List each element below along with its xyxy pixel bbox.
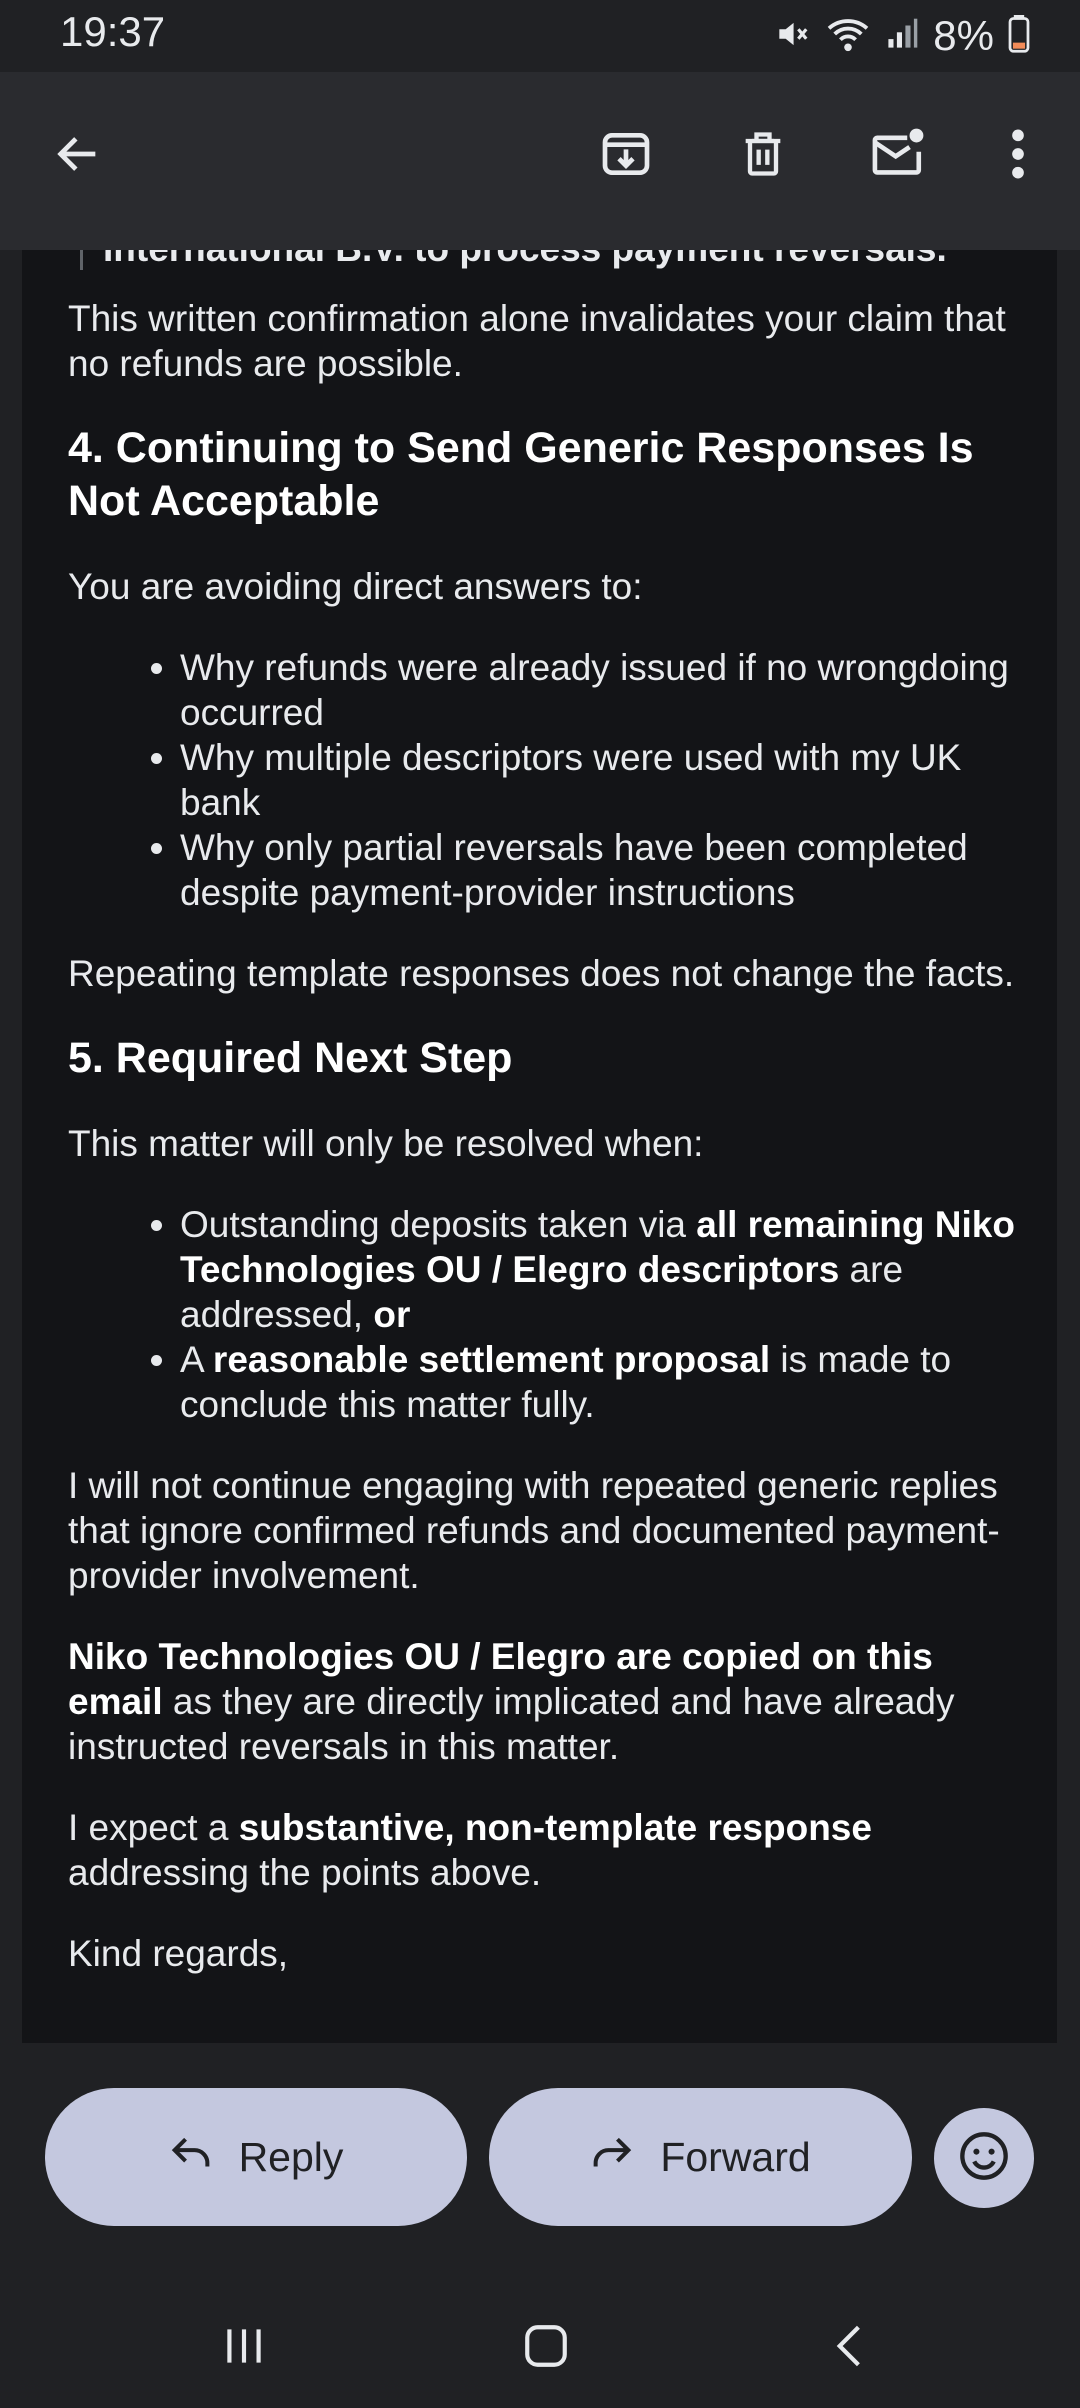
forward-label: Forward	[660, 2133, 811, 2180]
forward-button[interactable]: Forward	[489, 2088, 912, 2226]
home-button[interactable]	[506, 2313, 586, 2383]
arrow-back-icon	[52, 128, 104, 185]
paragraph: I will not continue engaging with repeat…	[68, 1465, 1000, 1596]
forward-icon	[590, 2132, 634, 2182]
section-4-outro: Repeating template responses does not ch…	[68, 953, 1015, 994]
signal-icon	[885, 16, 919, 57]
battery-icon	[1008, 14, 1030, 58]
reply-button[interactable]: Reply	[45, 2088, 467, 2226]
back-icon	[828, 2321, 868, 2376]
section-5-list: Outstanding deposits taken via all remai…	[68, 1202, 1028, 1427]
status-icons: 8%	[773, 8, 1030, 64]
wifi-icon	[825, 15, 871, 58]
paragraph: Niko Technologies OU / Elegro are copied…	[68, 1636, 955, 1767]
section-5-heading: 5. Required Next Step	[68, 1034, 513, 1082]
system-nav-bar	[0, 2288, 1080, 2408]
signoff: Kind regards,	[68, 1933, 289, 1974]
section-4-intro: You are avoiding direct answers to:	[68, 566, 643, 607]
recents-icon	[219, 2323, 269, 2374]
nav-back-button[interactable]	[808, 2313, 888, 2383]
delete-button[interactable]	[723, 116, 803, 196]
email-body[interactable]: International B.V. to process payment re…	[22, 250, 1057, 2043]
reply-icon	[169, 2132, 213, 2182]
paragraph: This written confirmation alone invalida…	[68, 298, 1006, 384]
paragraph: I expect a substantive, non-template res…	[68, 1807, 872, 1893]
delete-icon	[737, 126, 789, 187]
email-content: International B.V. to process payment re…	[68, 250, 1028, 2012]
list-item: Why refunds were already issued if no wr…	[180, 645, 1028, 735]
mute-icon	[773, 15, 811, 58]
section-4-heading: 4. Continuing to Send Generic Responses …	[68, 424, 974, 525]
mark-unread-button[interactable]	[858, 116, 938, 196]
archive-button[interactable]	[586, 116, 666, 196]
status-time: 19:37	[60, 8, 166, 55]
list-item: Why only partial reversals have been com…	[180, 825, 1028, 915]
section-4-list: Why refunds were already issued if no wr…	[68, 645, 1028, 915]
archive-icon	[598, 126, 654, 187]
quoted-line: International B.V. to process payment re…	[80, 250, 1028, 270]
battery-percent: 8%	[933, 12, 994, 59]
recents-button[interactable]	[204, 2313, 284, 2383]
status-bar: 19:37 8%	[0, 0, 1080, 72]
emoji-icon	[958, 2130, 1010, 2187]
back-button[interactable]	[38, 116, 118, 196]
section-5-intro: This matter will only be resolved when:	[68, 1123, 704, 1164]
list-item: A reasonable settlement proposal is made…	[180, 1337, 1028, 1427]
more-vert-icon	[1008, 126, 1028, 187]
home-icon	[521, 2321, 571, 2376]
list-item: Outstanding deposits taken via all remai…	[180, 1202, 1028, 1337]
reply-label: Reply	[238, 2133, 344, 2180]
app-bar	[0, 72, 1080, 250]
list-item: Why multiple descriptors were used with …	[180, 735, 1028, 825]
emoji-reaction-button[interactable]	[934, 2108, 1034, 2208]
action-bar: Reply Forward	[0, 2043, 1080, 2288]
cut-off-text: International B.V. to process payment re…	[103, 250, 947, 270]
more-options-button[interactable]	[978, 116, 1058, 196]
mark-unread-icon	[868, 126, 928, 187]
